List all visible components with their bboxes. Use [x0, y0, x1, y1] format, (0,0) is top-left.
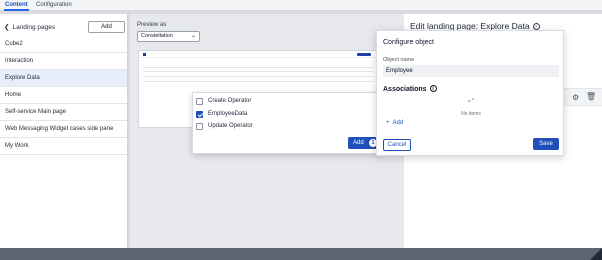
data-object-picker-popover: Create Operator EmployeeData Update Oper… [192, 92, 380, 154]
widget-row-actions: ⚙ 🗑 [564, 88, 602, 106]
sidebar-item-cube2[interactable]: Cube2 [0, 36, 127, 53]
checkbox[interactable] [196, 98, 203, 105]
option-label: Create Operator [208, 98, 252, 104]
sidebar-item-home[interactable]: Home [0, 87, 127, 104]
info-icon[interactable]: i [532, 23, 540, 30]
configure-object-modal: Configure object Object name Employee As… [376, 30, 564, 156]
add-button-label: Add [353, 140, 364, 146]
empty-state-icon: ∘° [467, 98, 475, 105]
plus-icon: + [386, 120, 390, 126]
object-name-input[interactable]: Employee [383, 65, 559, 77]
thumbnail-header [139, 51, 377, 58]
tab-content[interactable]: Content [4, 2, 29, 11]
save-button[interactable]: Save [533, 138, 559, 150]
landing-page-list: Cube2 Interaction Explore Data Home Self… [0, 36, 127, 155]
object-name-label: Object name [383, 57, 415, 63]
sidebar-item-web-messaging-widget[interactable]: Web Messaging Widget cases side pane [0, 121, 127, 138]
resize-handle-icon[interactable] [588, 246, 602, 260]
add-landing-page-button[interactable]: Add [88, 21, 125, 33]
back-label: Landing pages [12, 24, 56, 31]
thumbnail-divider [143, 81, 373, 82]
trash-icon[interactable]: 🗑 [586, 92, 596, 101]
cancel-button[interactable]: Cancel [383, 139, 411, 151]
thumbnail-divider [143, 71, 373, 72]
thumbnail-divider [143, 76, 373, 77]
modal-title: Configure object [383, 39, 434, 46]
info-icon[interactable]: i [429, 85, 437, 92]
sidebar-item-interaction[interactable]: Interaction [0, 53, 127, 70]
chevron-left-icon: ❮ [4, 24, 10, 31]
checkbox-checked[interactable] [196, 111, 203, 118]
option-label: Update Operator [208, 123, 253, 129]
associations-title: Associations [383, 86, 427, 93]
option-label: EmployeeData [208, 111, 248, 117]
add-association-label: Add [392, 120, 404, 126]
preview-as-label: Preview as [137, 22, 167, 28]
no-items-text: No items [461, 111, 481, 117]
thumbnail-logo [143, 53, 146, 56]
sidebar-item-self-service-main-page[interactable]: Self-service Main page [0, 104, 127, 121]
landing-pages-sidebar: ❮ Landing pages Add Cube2 Interaction Exp… [0, 14, 128, 248]
tab-configuration[interactable]: Configuration [36, 2, 72, 8]
preview-select-value: Constellation [141, 33, 173, 39]
sidebar-header: ❮ Landing pages Add [0, 20, 128, 34]
bottom-bar [0, 248, 602, 260]
top-tab-bar: Content Configuration [0, 0, 602, 11]
sidebar-item-my-work[interactable]: My Work [0, 138, 127, 155]
sidebar-item-explore-data[interactable]: Explore Data [0, 70, 127, 87]
thumbnail-divider [143, 67, 373, 68]
preview-as-select[interactable]: Constellation ⌄ [137, 31, 200, 42]
gear-icon[interactable]: ⚙ [572, 93, 579, 102]
back-to-landing-pages-link[interactable]: ❮ Landing pages [4, 23, 55, 31]
thumbnail-action [357, 53, 371, 56]
associations-heading: Associations i [383, 85, 437, 93]
chevron-down-icon: ⌄ [190, 33, 196, 39]
checkbox[interactable] [196, 123, 203, 130]
add-association-link[interactable]: + Add [386, 120, 403, 126]
